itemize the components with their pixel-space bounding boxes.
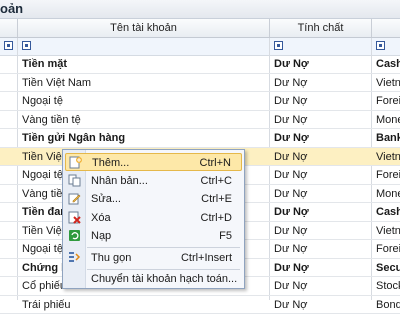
menu-item-delete[interactable]: Xóa Ctrl+D [65,209,242,227]
account-extra-cell: Vietna [372,148,400,166]
account-extra-cell: Bonds [372,296,400,314]
account-nature-cell: Dư Nợ [270,185,370,203]
menu-item-collapse[interactable]: Thu gọn Ctrl+Insert [65,249,242,267]
account-extra-cell: Foreig [372,92,400,110]
edit-icon [68,192,81,205]
menu-item-shortcut: Ctrl+C [201,172,232,190]
account-nature-cell: Dư Nợ [270,203,370,221]
account-extra-cell: Stock [372,277,400,295]
menu-item-shortcut: Ctrl+E [201,190,232,208]
menu-item-label: Nạp [91,227,111,245]
account-extra-cell: Vietna [372,222,400,240]
menu-item-edit[interactable]: Sửa... Ctrl+E [65,190,242,208]
table-row[interactable]: Tiền Việt NamDư NợVietna [0,74,400,93]
menu-item-label: Chuyển tài khoản hạch toán... [91,270,237,288]
account-name-cell: Tiền mặt [18,55,268,73]
menu-item-label: Xóa [91,209,111,227]
refresh-icon [68,229,81,242]
table-row[interactable]: Ngoại tệDư NợForeig [0,92,400,111]
account-nature-cell: Dư Nợ [270,240,370,258]
account-nature-cell: Dư Nợ [270,148,370,166]
table-row[interactable]: Tiền gửi Ngân hàngDư NợBank [0,129,400,148]
account-extra-cell: Foreig [372,166,400,184]
filter-account-name-icon[interactable] [22,41,31,50]
menu-item-label: Thu gọn [91,249,131,267]
collapse-icon [68,251,81,264]
menu-item-add[interactable]: Thêm... Ctrl+N [65,153,242,171]
account-name-cell: Ngoại tệ [18,92,268,110]
account-nature-cell: Dư Nợ [270,166,370,184]
account-name-cell: Vàng tiền tệ [18,111,268,129]
column-header-nature[interactable]: Tính chất [270,19,372,37]
account-nature-cell: Dư Nợ [270,55,370,73]
menu-item-shortcut: Ctrl+D [201,209,232,227]
account-extra-cell: Bank [372,129,400,147]
add-icon [69,156,82,169]
account-nature-cell: Dư Nợ [270,259,370,277]
account-nature-cell: Dư Nợ [270,92,370,110]
duplicate-icon [68,174,81,187]
filter-extra-icon[interactable] [376,41,385,50]
menu-item-label: Thêm... [92,154,129,172]
account-nature-cell: Dư Nợ [270,222,370,240]
account-extra-cell: Monet [372,111,400,129]
account-extra-cell: Cash [372,203,400,221]
account-nature-cell: Dư Nợ [270,277,370,295]
window-title: oản [0,0,23,18]
grid-header: Tên tài khoản Tính chất [0,19,400,38]
menu-item-transfer-account[interactable]: Chuyển tài khoản hạch toán... [65,270,242,288]
table-row[interactable]: Vàng tiền tệDư NợMonet [0,111,400,130]
account-nature-cell: Dư Nợ [270,296,370,314]
menu-item-label: Sửa... [91,190,121,208]
filter-row [0,38,400,56]
account-extra-cell: Cash [372,55,400,73]
filter-toggle-icon[interactable] [4,41,13,50]
account-name-cell: Tiền gửi Ngân hàng [18,129,268,147]
menu-item-duplicate[interactable]: Nhân bản... Ctrl+C [65,172,242,190]
account-name-cell: Trái phiếu [18,296,268,314]
column-header-account-name[interactable]: Tên tài khoản [18,19,270,37]
menu-item-shortcut: Ctrl+N [200,154,231,172]
account-extra-cell: Secu [372,259,400,277]
account-extra-cell: Monet [372,185,400,203]
window-title-bar: oản [0,0,400,19]
header-row-indicator [0,19,18,37]
table-row[interactable]: Tiền mặtDư NợCash [0,55,400,74]
account-extra-cell: Vietna [372,74,400,92]
menu-item-refresh[interactable]: Nạp F5 [65,227,242,245]
menu-item-shortcut: F5 [219,227,232,245]
column-header-extra[interactable] [372,19,400,37]
account-nature-cell: Dư Nợ [270,129,370,147]
account-nature-cell: Dư Nợ [270,74,370,92]
account-extra-cell: Foreig [372,240,400,258]
context-menu: Thêm... Ctrl+N Nhân bản... Ctrl+C Sửa...… [62,149,245,289]
menu-separator [87,247,240,248]
account-name-cell: Tiền Việt Nam [18,74,268,92]
menu-item-label: Nhân bản... [91,172,148,190]
table-row[interactable]: Trái phiếuDư NợBonds [0,296,400,314]
menu-item-shortcut: Ctrl+Insert [181,249,232,267]
delete-icon [68,211,81,224]
account-nature-cell: Dư Nợ [270,111,370,129]
filter-nature-icon[interactable] [274,41,283,50]
